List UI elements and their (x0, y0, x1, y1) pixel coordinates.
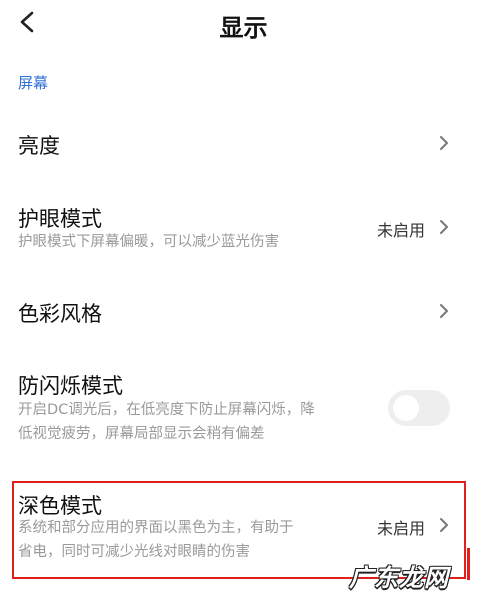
setting-title: 亮度 (18, 134, 60, 158)
setting-title: 防闪烁模式 (18, 374, 123, 398)
setting-description-line-2: 低视觉疲劳，屏幕局部显示会稍有偏差 (18, 426, 265, 442)
chevron-right-icon (440, 220, 448, 234)
page-title: 显示 (219, 14, 268, 42)
anti-flicker-toggle[interactable] (388, 390, 450, 426)
setting-row-color-style[interactable]: 色彩风格 (0, 286, 487, 338)
setting-description-line-1: 开启DC调光后，在低亮度下防止屏幕闪烁，降 (18, 402, 315, 418)
setting-row-eye-care[interactable]: 护眼模式 护眼模式下屏幕偏暖，可以减少蓝光伤害 未启用 (0, 195, 487, 261)
watermark-logo: 广东龙网 (349, 564, 449, 592)
section-label-screen: 屏幕 (18, 74, 49, 92)
annotation-mark (467, 548, 470, 580)
setting-title: 色彩风格 (18, 302, 102, 326)
top-bar: 显示 (0, 0, 487, 50)
chevron-right-icon (440, 304, 448, 318)
setting-title: 护眼模式 (18, 207, 102, 231)
setting-row-brightness[interactable]: 亮度 (0, 118, 487, 170)
setting-description: 护眼模式下屏幕偏暖，可以减少蓝光伤害 (18, 234, 279, 250)
chevron-right-icon (440, 136, 448, 150)
toggle-knob (393, 395, 419, 421)
setting-value: 未启用 (376, 221, 425, 240)
